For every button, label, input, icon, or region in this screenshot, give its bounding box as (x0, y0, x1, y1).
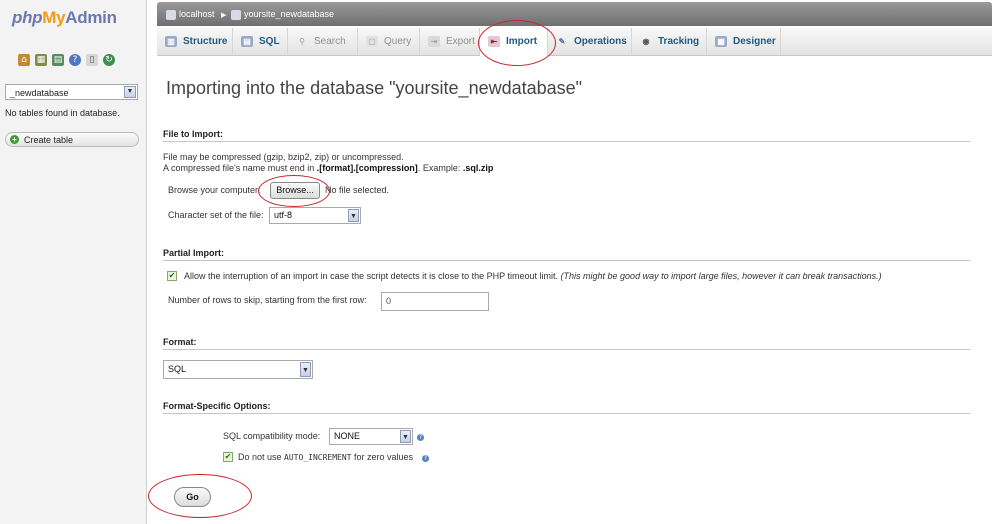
chevron-down-icon: ▼ (400, 430, 411, 443)
reload-icon[interactable]: ↻ (103, 54, 115, 66)
charset-select[interactable]: utf-8 ▼ (269, 207, 361, 224)
import-icon: ⇤ (488, 36, 500, 47)
export-icon: ⇥ (428, 36, 440, 47)
no-file-selected: No file selected. (325, 185, 390, 195)
chevron-down-icon: ▼ (124, 86, 136, 98)
sidebar: phpMyAdmin ⌂ ▦ ▤ ? ▯ ↻ _newdatabase ▼ No… (0, 0, 147, 524)
phpmyadmin-logo[interactable]: phpMyAdmin (12, 8, 117, 28)
compression-note: File may be compressed (gzip, bzip2, zip… (163, 152, 404, 162)
help-icon[interactable]: ? (69, 54, 81, 66)
tab-structure[interactable]: ▥ Structure (157, 28, 233, 55)
allow-interrupt-checkbox[interactable]: ✔ (167, 271, 177, 281)
divider (163, 260, 970, 261)
divider (163, 349, 970, 350)
go-button[interactable]: Go (174, 487, 211, 507)
page-title: Importing into the database "yoursite_ne… (166, 78, 583, 98)
tab-search[interactable]: ⚲ Search (288, 28, 358, 55)
charset-label: Character set of the file: (168, 210, 264, 220)
main-content: Importing into the database "yoursite_ne… (157, 56, 992, 524)
tab-operations[interactable]: ✎ Operations (548, 28, 632, 55)
breadcrumb-database[interactable]: yoursite_newdatabase (231, 2, 334, 26)
table-icon[interactable]: ▦ (35, 54, 47, 66)
sql-compat-select[interactable]: NONE ▼ (329, 428, 413, 445)
skip-rows-input[interactable]: 0 (381, 292, 489, 311)
breadcrumb-server[interactable]: localhost (166, 2, 215, 26)
no-tables-message: No tables found in database. (5, 108, 120, 118)
chevron-down-icon: ▼ (348, 209, 359, 222)
tab-query[interactable]: ▢ Query (358, 28, 420, 55)
home-icon[interactable]: ⌂ (18, 54, 30, 66)
operations-icon: ✎ (558, 37, 566, 46)
tab-export[interactable]: ⇥ Export (420, 28, 480, 55)
tracking-icon: ◉ (642, 37, 650, 46)
partial-import-title: Partial Import: (163, 248, 225, 258)
divider (163, 413, 970, 414)
query-icon: ▢ (366, 36, 378, 47)
sql-icon[interactable]: ▤ (52, 54, 64, 66)
structure-icon: ▥ (165, 36, 177, 47)
tab-sql[interactable]: ▤ SQL (233, 28, 288, 55)
help-icon[interactable]: ? (417, 434, 424, 441)
tab-import[interactable]: ⇤ Import (480, 28, 548, 56)
quick-icons: ⌂ ▦ ▤ ? ▯ ↻ (18, 54, 115, 66)
auto-increment-label: Do not use AUTO_INCREMENT for zero value… (238, 452, 414, 462)
tab-tracking[interactable]: ◉ Tracking (632, 28, 707, 55)
help-icon[interactable]: ? (422, 455, 429, 462)
create-table-button[interactable]: + Create table (5, 132, 139, 147)
format-select[interactable]: SQL ▼ (163, 360, 313, 379)
file-to-import-title: File to Import: (163, 129, 223, 139)
server-icon (166, 9, 176, 20)
tab-designer[interactable]: ▦ Designer (707, 28, 781, 55)
chevron-down-icon: ▼ (300, 362, 311, 377)
breadcrumb: localhost ▶ yoursite_newdatabase (157, 2, 992, 26)
sql-compat-label: SQL compatibility mode: (223, 431, 321, 441)
breadcrumb-separator-icon: ▶ (221, 11, 227, 19)
skip-rows-label: Number of rows to skip, starting from th… (168, 295, 367, 305)
browse-label: Browse your computer: (168, 185, 261, 195)
auto-increment-checkbox[interactable]: ✔ (223, 452, 233, 462)
sql-icon: ▤ (241, 36, 253, 47)
format-title: Format: (163, 337, 197, 347)
docs-icon[interactable]: ▯ (86, 54, 98, 66)
database-select[interactable]: _newdatabase ▼ (5, 84, 138, 100)
database-icon (231, 9, 241, 20)
divider (163, 141, 970, 142)
browse-button[interactable]: Browse... (270, 182, 320, 199)
filename-note: A compressed file's name must end in .[f… (163, 163, 494, 173)
designer-icon: ▦ (715, 36, 727, 47)
format-options-title: Format-Specific Options: (163, 401, 271, 411)
plus-icon: + (10, 135, 19, 144)
search-icon: ⚲ (299, 37, 305, 46)
allow-interrupt-label: Allow the interruption of an import in c… (184, 271, 882, 281)
tab-bar: ▥ Structure ▤ SQL ⚲ Search ▢ Query ⇥ Export ⇤… (157, 28, 992, 56)
